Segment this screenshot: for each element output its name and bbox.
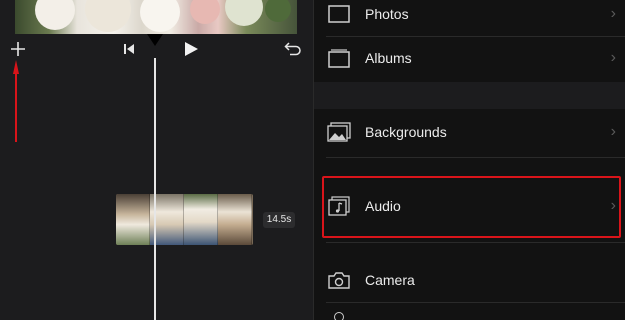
preview-flower: [190, 0, 220, 24]
preview-flower: [225, 0, 263, 26]
picker-item-backgrounds[interactable]: Backgrounds ›: [314, 108, 625, 156]
undo-icon: [284, 42, 301, 56]
preview-flower: [140, 0, 180, 32]
plus-icon: [11, 42, 25, 56]
picker-item-label: Photos: [365, 6, 409, 22]
divider: [326, 157, 625, 158]
playhead-line[interactable]: [154, 58, 156, 320]
preview-flower: [35, 0, 75, 30]
preview-leaf: [265, 0, 291, 22]
albums-icon: [326, 45, 352, 71]
camera-icon: [326, 267, 352, 293]
skip-to-start-button[interactable]: [118, 34, 140, 64]
clip-frame: [116, 194, 150, 245]
chevron-right-icon: ›: [610, 123, 616, 140]
chevron-right-icon: ›: [610, 49, 616, 66]
audio-highlight-box: [322, 176, 621, 238]
picker-item-albums[interactable]: Albums ›: [314, 34, 625, 82]
picker-item-photos[interactable]: Photos ›: [314, 0, 625, 38]
chevron-right-icon: ›: [610, 5, 616, 22]
video-preview[interactable]: [15, 0, 297, 34]
play-icon: [185, 42, 198, 56]
undo-button[interactable]: [281, 34, 305, 64]
annotation-arrow-icon: [13, 60, 19, 142]
video-editor-panel: 14.5s: [0, 0, 313, 320]
picker-item-label: Albums: [365, 50, 412, 66]
divider: [326, 302, 625, 303]
partial-icon: [334, 312, 344, 320]
picker-item-label: Backgrounds: [365, 124, 447, 140]
playhead-marker: [147, 34, 163, 46]
clip-frame: [184, 194, 218, 245]
preview-flower: [85, 0, 131, 32]
section-gap: [314, 82, 625, 109]
play-button[interactable]: [180, 34, 202, 64]
picker-item-label: Camera: [365, 272, 415, 288]
clip-frame: [218, 194, 252, 245]
skip-to-start-icon: [124, 44, 134, 54]
picker-item-camera[interactable]: Camera: [314, 256, 625, 304]
timeline-clip[interactable]: [116, 194, 253, 245]
divider: [326, 242, 625, 243]
clip-duration-badge: 14.5s: [263, 212, 295, 228]
backgrounds-icon: [326, 119, 352, 145]
media-picker-panel: Photos › Albums › Backgrounds › Audio › …: [313, 0, 625, 320]
photo-frame-icon: [326, 1, 352, 27]
